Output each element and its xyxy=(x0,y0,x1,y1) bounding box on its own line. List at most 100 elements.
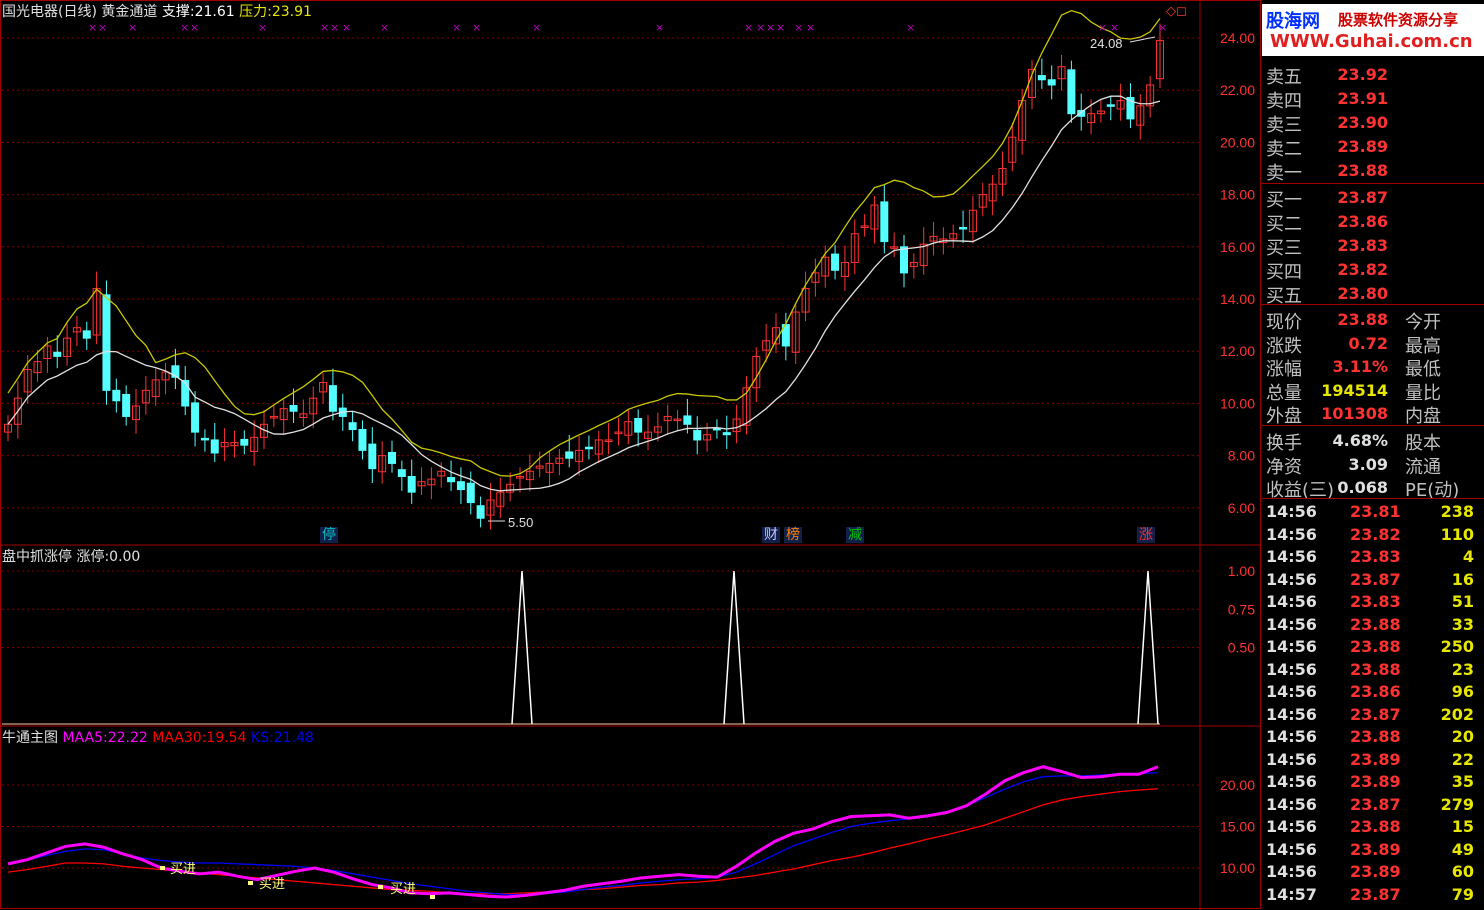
bid-row: 买四 23.82 xyxy=(1262,257,1484,283)
tick-price: 23.81 xyxy=(1350,502,1401,521)
tick-row: 14:56 23.82 110 xyxy=(1262,523,1484,546)
tick-time: 14:56 xyxy=(1266,817,1317,836)
pressure-label: 压力: xyxy=(239,4,272,20)
tick-row: 14:56 23.88 33 xyxy=(1262,613,1484,636)
tick-price: 23.87 xyxy=(1350,569,1401,589)
ks-label: KS: xyxy=(250,730,274,746)
candle-body xyxy=(900,246,908,274)
tick-time: 14:56 xyxy=(1266,839,1317,859)
tick-row: 14:56 23.87 202 xyxy=(1262,703,1484,726)
tick-volume: 4 xyxy=(1462,547,1474,566)
tick-row: 14:56 23.83 51 xyxy=(1262,590,1484,613)
y-tick-label: 1.00 xyxy=(1228,563,1255,579)
y-tick-label: 24.00 xyxy=(1220,30,1255,46)
event-badge: 减 xyxy=(846,527,864,543)
candle-body xyxy=(1067,69,1076,115)
candle-body xyxy=(880,201,889,243)
event-badge: 榜 xyxy=(784,527,802,543)
y-tick-label: 0.50 xyxy=(1228,640,1255,656)
tick-time: 14:56 xyxy=(1266,659,1317,679)
tick-time: 14:56 xyxy=(1266,682,1317,701)
ks-value: 21.48 xyxy=(273,730,314,746)
tick-price: 23.83 xyxy=(1350,547,1401,566)
tick-time: 14:56 xyxy=(1266,704,1317,724)
top-signal-marker: × xyxy=(906,21,915,34)
tick-row: 14:57 23.87 79 xyxy=(1262,883,1484,906)
limit-panel-title: 盘中抓涨停 xyxy=(2,549,72,565)
bid-price: 23.80 xyxy=(1337,284,1388,303)
buy-signal-marker xyxy=(160,866,165,870)
event-badge: 财 xyxy=(762,527,780,543)
ask-row: 卖二 23.89 xyxy=(1262,134,1484,160)
stat-value: 3.09 xyxy=(1348,454,1388,474)
y-tick-label: 8.00 xyxy=(1228,448,1255,464)
top-signal-marker: × xyxy=(258,21,267,34)
y-tick-label: 12.00 xyxy=(1220,343,1255,359)
maa5-label: MAA5: xyxy=(62,730,108,746)
tick-row: 14:56 23.88 23 xyxy=(1262,658,1484,681)
buy-signal-2: 买进 xyxy=(259,877,286,892)
candle-body xyxy=(712,427,721,431)
chart-settings-icon[interactable]: ◇◻ xyxy=(1166,4,1187,20)
quote-stats-2: 换手 4.68% 股本 净资 3.09 流通 收益(三) 0.068 PE(动) xyxy=(1262,428,1484,501)
buy-signal-marker xyxy=(378,885,383,889)
candle-body xyxy=(1106,104,1115,107)
tick-volume: 35 xyxy=(1451,772,1474,791)
tick-volume: 22 xyxy=(1451,749,1474,769)
bid-price: 23.86 xyxy=(1337,212,1388,231)
stat-row: 现价 23.88 今开 xyxy=(1262,307,1484,333)
top-signal-marker: × xyxy=(1158,21,1167,34)
candle-body xyxy=(240,438,249,446)
stat-value: 0.068 xyxy=(1337,478,1388,497)
tick-price: 23.89 xyxy=(1350,772,1401,791)
candle-body xyxy=(191,402,200,433)
candle-body xyxy=(959,226,968,230)
tick-time: 14:56 xyxy=(1266,727,1317,746)
ask-row: 卖四 23.91 xyxy=(1262,86,1484,112)
top-signal-marker: × xyxy=(180,21,189,34)
event-badge: 停 xyxy=(320,527,338,543)
ask-price: 23.90 xyxy=(1337,113,1388,132)
tick-volume: 250 xyxy=(1440,637,1474,656)
logo-slogan: 股票软件资源分享 xyxy=(1338,11,1459,29)
candle-body xyxy=(476,505,485,519)
tick-row: 14:56 23.88 250 xyxy=(1262,635,1484,658)
y-tick-label: 18.00 xyxy=(1220,187,1255,203)
tick-list[interactable]: 14:56 23.81 238 14:56 23.82 110 14:56 23.83 4 14:… xyxy=(1262,500,1484,910)
candle-body xyxy=(1037,75,1046,81)
stat-value: 194514 xyxy=(1321,380,1388,400)
bid-price: 23.87 xyxy=(1337,188,1388,207)
candle-body xyxy=(456,481,465,491)
tick-row: 14:56 23.89 35 xyxy=(1262,770,1484,793)
tick-time: 14:56 xyxy=(1266,569,1317,589)
ask-price: 23.92 xyxy=(1337,65,1388,84)
top-signal-marker: × xyxy=(88,21,97,34)
tick-row: 14:56 23.89 22 xyxy=(1262,748,1484,771)
stat-row: 换手 4.68% 股本 xyxy=(1262,428,1484,454)
top-signal-marker: × xyxy=(655,21,664,34)
tick-volume: 96 xyxy=(1451,682,1474,701)
chart-area[interactable]: 24.00 22.00 20.00 18.00 16.00 14.00 12.00 10.00… xyxy=(0,0,1262,910)
stat-row: 外盘 101308 内盘 xyxy=(1262,401,1484,427)
quote-stats: 现价 23.88 今开 涨跌 0.72 最高 涨幅 3.11% 最低 总量 194514 量比 外盘 10… xyxy=(1262,307,1484,427)
top-signal-marker: × xyxy=(744,21,753,34)
bid-row: 买五 23.80 xyxy=(1262,281,1484,307)
tick-price: 23.88 xyxy=(1350,727,1401,746)
lower-channel-line xyxy=(7,95,1161,492)
ask-row: 卖五 23.92 xyxy=(1262,62,1484,88)
low-price-marker: 5.50 xyxy=(508,515,533,530)
tick-row: 14:56 23.89 49 xyxy=(1262,838,1484,861)
stat-value: 101308 xyxy=(1321,404,1388,423)
tick-price: 23.87 xyxy=(1350,884,1401,904)
support-value: 21.61 xyxy=(194,4,235,20)
y-tick-label: 0.75 xyxy=(1228,601,1255,617)
stat-row: 净资 3.09 流通 xyxy=(1262,452,1484,478)
top-signal-marker: × xyxy=(1098,21,1107,34)
candle-body xyxy=(1047,79,1056,86)
tick-price: 23.88 xyxy=(1350,659,1401,679)
tick-time: 14:56 xyxy=(1266,614,1317,634)
tick-row: 14:56 23.83 4 xyxy=(1262,545,1484,568)
tick-time: 14:56 xyxy=(1266,637,1317,656)
book-divider xyxy=(1262,183,1484,184)
candle-body xyxy=(368,443,377,470)
